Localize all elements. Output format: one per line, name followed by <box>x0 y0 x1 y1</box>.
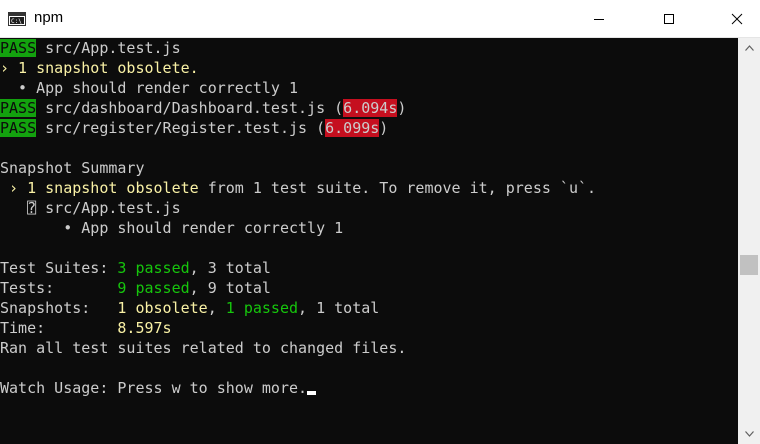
scrollbar-thumb[interactable] <box>740 255 758 275</box>
pass-badge: PASS <box>0 39 37 57</box>
console-line: PASS src/dashboard/Dashboard.test.js (6.… <box>0 99 407 117</box>
text-cursor <box>307 391 317 395</box>
console-output[interactable]: PASS src/App.test.js › 1 snapshot obsole… <box>0 38 738 444</box>
slow-time-badge: 6.099s <box>325 119 380 137</box>
console-line: Time: 8.597s <box>0 319 172 337</box>
console-line: › 1 snapshot obsolete from 1 test suite.… <box>0 179 597 197</box>
console-line: Tests: 9 passed, 9 total <box>0 279 271 297</box>
title-bar[interactable]: C:\ npm <box>0 0 760 38</box>
pass-badge: PASS <box>0 99 37 117</box>
console-line: ⍰ src/App.test.js <box>0 199 181 217</box>
console-line: • App should render correctly 1 <box>0 219 344 237</box>
console-line: Snapshots: 1 obsolete, 1 passed, 1 total <box>0 299 380 317</box>
svg-text:C:\: C:\ <box>11 18 22 25</box>
console-line: Ran all test suites related to changed f… <box>0 339 407 357</box>
console-app-icon: C:\ <box>8 11 26 26</box>
console-line: • App should render correctly 1 <box>0 79 299 97</box>
console-line: Snapshot Summary <box>0 159 145 177</box>
console-line: PASS src/App.test.js <box>0 39 181 57</box>
vertical-scrollbar[interactable] <box>738 38 760 444</box>
console-line: › 1 snapshot obsolete. <box>0 59 199 77</box>
close-button[interactable] <box>714 0 760 37</box>
slow-time-badge: 6.094s <box>343 99 398 117</box>
pass-badge: PASS <box>0 119 37 137</box>
minimize-button[interactable] <box>576 0 622 37</box>
console-line: Test Suites: 3 passed, 3 total <box>0 259 271 277</box>
scroll-up-arrow-icon[interactable] <box>738 38 760 58</box>
maximize-button[interactable] <box>646 0 692 37</box>
console-line: PASS src/register/Register.test.js (6.09… <box>0 119 389 137</box>
console-line: Watch Usage: Press w to show more. <box>0 378 738 398</box>
terminal-window: C:\ npm PASS src/App.test.js › 1 snapsho… <box>0 0 760 444</box>
scroll-down-arrow-icon[interactable] <box>738 424 760 444</box>
window-title: npm <box>34 9 64 26</box>
